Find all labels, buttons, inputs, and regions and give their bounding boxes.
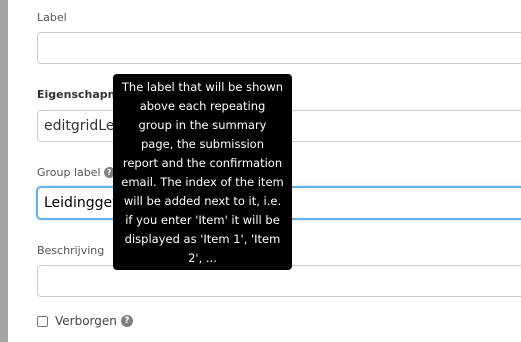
tooltip-line: page, the submission (140, 137, 265, 151)
description-label: Beschrijving (37, 244, 105, 257)
label-field-input[interactable] (37, 32, 521, 64)
hidden-checkbox-label: Verborgen (55, 314, 117, 328)
question-circle-icon[interactable]: ? (120, 315, 133, 327)
tooltip-line: if you enter 'Item' it will be (125, 213, 280, 227)
property-name-label: Eigenschapna (37, 88, 123, 101)
left-edge-bar (0, 0, 8, 342)
tooltip-line: report and the confirmation (122, 156, 283, 170)
tooltip-line: group in the summary (138, 118, 267, 132)
tooltip-line: 2', ... (188, 251, 217, 265)
tooltip-line: will be added next to it, i.e. (123, 194, 282, 208)
label-field-label: Label (37, 11, 67, 24)
hidden-checkbox[interactable] (37, 315, 48, 327)
hidden-checkbox-row: Verborgen ? (37, 313, 133, 329)
tooltip-line: displayed as 'Item 1', 'Item (124, 232, 281, 246)
tooltip-line: above each repeating (139, 99, 266, 113)
group-label-text: Group label (37, 166, 101, 179)
group-label-label: Group label? (37, 166, 115, 180)
group-label-tooltip: The label that will be shown above each … (113, 74, 292, 270)
tooltip-line: email. The index of the item (121, 175, 284, 189)
tooltip-line: The label that will be shown (121, 80, 284, 94)
form-page: Label Eigenschapna Group label? Beschrij… (0, 0, 521, 342)
